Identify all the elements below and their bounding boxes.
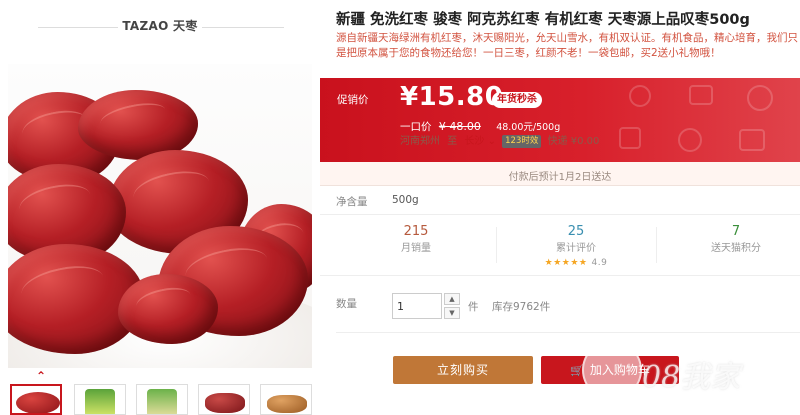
date-fruit [118,274,218,344]
brand-bar: TAZAO 天枣 [0,0,315,56]
thumbnail-strip [8,384,312,415]
stock-count: 库存9762件 [492,301,551,313]
ship-from: 河南郑州 [400,136,440,147]
decor-pattern [619,85,773,152]
buy-now-button[interactable]: 立刻购买 [393,356,533,384]
divider [38,27,118,28]
add-to-cart-button[interactable]: 🛒 加入购物车 [541,356,679,384]
stat-reviews[interactable]: 25 累计评价 ★★★★★ 4.9 [496,223,656,269]
product-description: 源自新疆天海绿洲有机红枣，沐天赐阳光，允天山雪水，有机双认证。有机食品，精心培育… [336,32,798,59]
net-content-value: 500g [392,194,419,206]
stat-monthly-sales: 215 月销量 [336,223,496,257]
review-label: 累计评价 [556,243,596,254]
quantity-unit: 件 [468,301,479,313]
product-title: 新疆 免洗红枣 骏枣 阿克苏红枣 有机红枣 天枣源上品叹枣500g [336,12,750,28]
promo-price-label: 促销价 [337,94,369,106]
destination-select[interactable]: 长沙 ⌄ [464,136,496,147]
rating-score: 4.9 [591,258,608,268]
delivery-estimate: 付款后预计1月2日送达 [508,172,612,183]
points-label: 送天猫积分 [711,243,761,254]
cart-icon: 🛒 [570,364,584,377]
product-main-image[interactable] [8,64,312,368]
quantity-decrease-button[interactable]: ▼ [444,307,460,319]
thumbnail[interactable] [260,384,312,415]
review-count: 25 [567,224,585,239]
quantity-input[interactable] [392,293,442,319]
promo-price: ¥15.80 [400,82,504,112]
stat-points: 7 送天猫积分 [656,223,800,257]
quantity-increase-button[interactable]: ▲ [444,293,460,305]
monthly-sales-count: 215 [403,224,429,239]
thumbnail[interactable] [136,384,188,415]
net-content-row: 净含量 500g [336,194,419,209]
divider [336,332,800,333]
courier-label: 快递 [547,136,568,147]
ship-to-word: 至 [447,136,458,147]
thumbnail[interactable] [198,384,250,415]
divider [656,227,657,263]
chevron-down-icon: ⌄ [487,136,496,147]
price-panel: 促销价 ¥15.80 年货秒杀 一口价 ¥ 48.00 48.00元/500g [320,78,800,162]
shipping-row: 河南郑州 至 长沙 ⌄ 123时效 快递 ¥0.00 [400,132,599,148]
divider [202,27,284,28]
thumb-prev-chevron-icon[interactable]: ⌃ [34,370,48,382]
quantity-label: 数量 [336,298,357,310]
shipping-box: 河南郑州 至 长沙 ⌄ 123时效 快递 ¥0.00 付款后预计1月2日送达 [320,135,800,186]
divider [496,227,497,263]
add-to-cart-label: 加入购物车 [589,363,650,377]
points-count: 7 [731,224,741,239]
monthly-sales-label: 月销量 [401,243,431,254]
timeliness-badge: 123时效 [502,135,542,148]
destination-value: 长沙 [464,136,485,147]
stats-row: 215 月销量 25 累计评价 ★★★★★ 4.9 7 送天猫积分 [320,214,800,276]
net-content-label: 净含量 [336,196,368,208]
thumbnail[interactable] [10,384,62,415]
rating-stars-icon: ★★★★★ 4.9 [544,258,608,268]
product-info-panel: 新疆 免洗红枣 骏枣 阿克苏红枣 有机红枣 天枣源上品叹枣500g 源自新疆天海… [320,0,800,415]
shipping-fee: ¥0.00 [570,136,600,147]
brand-name[interactable]: TAZAO 天枣 [118,17,202,34]
thumbnail[interactable] [74,384,126,415]
flash-sale-badge: 年货秒杀 [492,92,542,108]
